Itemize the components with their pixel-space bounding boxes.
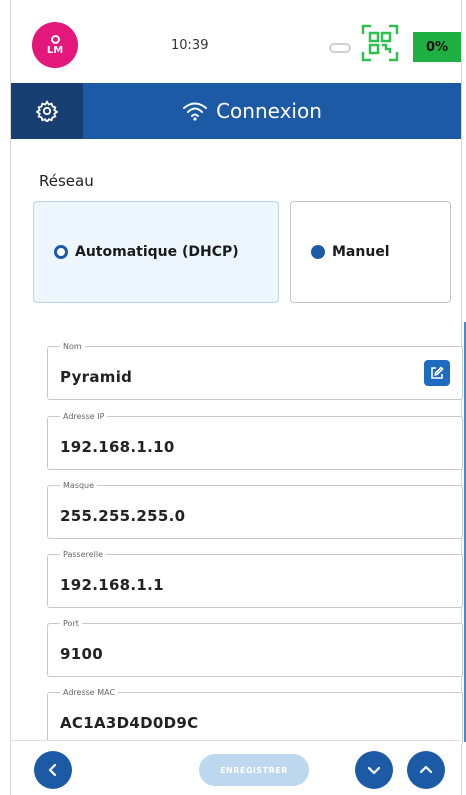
status-bar: LM 10:39 0% <box>11 0 461 83</box>
field-label: Masque <box>60 481 98 490</box>
save-button[interactable]: ENREGISTRER <box>199 754 309 786</box>
field-value: AC1A3D4D0D9C <box>60 714 199 732</box>
field-label: Nom <box>60 342 85 351</box>
edit-icon <box>431 366 444 379</box>
network-section-label: Réseau <box>39 172 94 190</box>
field-label: Adresse IP <box>60 412 108 421</box>
mode-automatic-label: Automatique (DHCP) <box>75 244 239 260</box>
battery-indicator: 0% <box>413 32 461 62</box>
field-ip-address[interactable]: Adresse IP 192.168.1.10 <box>47 412 463 470</box>
header-title-group: Connexion <box>83 99 461 123</box>
field-gateway[interactable]: Passerelle 192.168.1.1 <box>47 550 463 608</box>
chevron-left-icon <box>48 763 57 777</box>
edit-button[interactable] <box>424 360 450 386</box>
field-port[interactable]: Port 9100 <box>47 619 463 677</box>
settings-button[interactable] <box>11 83 83 139</box>
field-label: Adresse MAC <box>60 688 119 697</box>
field-value: 255.255.255.0 <box>60 507 186 525</box>
radio-automatic[interactable] <box>54 245 68 259</box>
wifi-icon <box>183 102 208 121</box>
chevron-up-icon <box>419 765 433 774</box>
mode-manual-card[interactable]: Manuel <box>290 201 451 303</box>
user-avatar[interactable]: LM <box>32 22 78 68</box>
field-mac-address[interactable]: Adresse MAC AC1A3D4D0D9C <box>47 688 463 746</box>
field-label: Port <box>60 619 82 628</box>
clock: 10:39 <box>171 38 209 53</box>
gear-icon <box>36 100 58 122</box>
back-button[interactable] <box>34 751 72 789</box>
qr-scan-icon[interactable] <box>361 24 399 62</box>
mode-automatic-card[interactable]: Automatique (DHCP) <box>33 201 279 303</box>
field-value: 192.168.1.1 <box>60 576 164 594</box>
link-icon <box>329 43 351 53</box>
user-initials: LM <box>46 44 64 56</box>
chevron-down-icon <box>367 766 381 775</box>
radio-manual[interactable] <box>311 245 325 259</box>
field-value: 192.168.1.10 <box>60 438 175 456</box>
footer-bar: ENREGISTRER <box>11 740 461 795</box>
scroll-down-button[interactable] <box>355 751 393 789</box>
scroll-up-button[interactable] <box>407 751 445 789</box>
field-value: Pyramid <box>60 368 133 386</box>
field-label: Passerelle <box>60 550 107 559</box>
field-name[interactable]: Nom Pyramid <box>47 342 463 400</box>
page-title: Connexion <box>216 99 322 123</box>
field-value: 9100 <box>60 645 103 663</box>
user-icon <box>50 34 60 44</box>
app-header: Connexion <box>11 83 461 139</box>
app-screen: LM 10:39 0% Connexion Réseau Automatique… <box>10 0 466 795</box>
mode-manual-label: Manuel <box>332 244 390 260</box>
field-mask[interactable]: Masque 255.255.255.0 <box>47 481 463 539</box>
